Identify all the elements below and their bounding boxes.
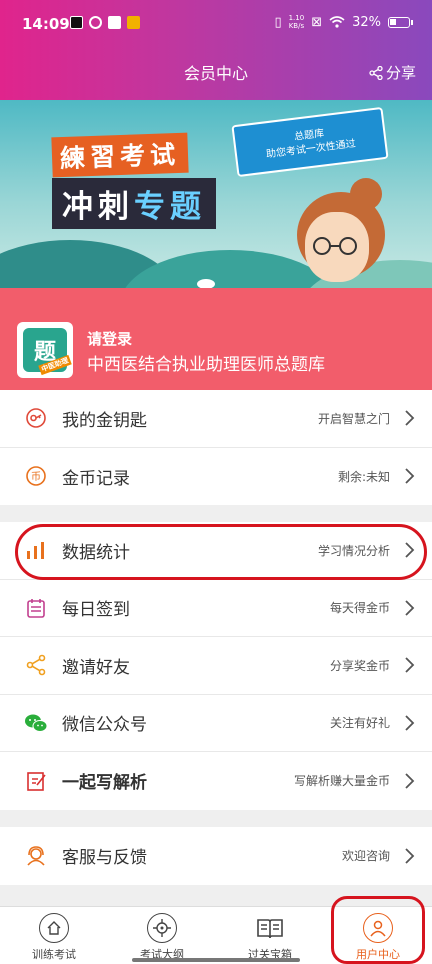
status-right: ▯ 1.10 KB/s ⊠ 32%: [274, 14, 413, 30]
menu-hint: 写解析赚大量金币: [293, 774, 390, 789]
book-icon: [255, 913, 285, 943]
vibrate-icon: ▯: [274, 14, 282, 30]
wechat-icon: [24, 711, 48, 735]
key-icon: [24, 406, 48, 430]
chevron-right-icon: [405, 410, 415, 426]
app-icon: [89, 16, 102, 29]
wifi-icon: [329, 16, 345, 28]
square-icon: [108, 16, 121, 29]
menu-item-golden-key[interactable]: 我的金钥匙 开启智慧之门: [0, 390, 432, 448]
bubble-icon: [197, 279, 215, 288]
tab-treasure-box[interactable]: 过关宝箱: [216, 907, 324, 964]
net-speed: 1.10 KB/s: [288, 14, 305, 30]
share-nodes-icon: [24, 653, 48, 677]
promo-banner[interactable]: 練習考试 冲刺专题 总题库 助您考试一次性通过: [0, 100, 432, 288]
menu-label: 金币记录: [62, 468, 130, 489]
menu-hint: 关注有好礼: [329, 716, 390, 731]
menu-hint: 分享奖金币: [329, 658, 390, 673]
menu-label: 邀请好友: [62, 657, 130, 678]
tab-label: 训练考试: [32, 948, 76, 961]
calendar-icon: [24, 596, 48, 620]
menu-label: 每日签到: [62, 600, 130, 621]
banner-cloud: 总题库 助您考试一次性通过: [231, 106, 389, 178]
svg-text:币: 币: [31, 471, 41, 483]
menu-group-account: 我的金钥匙 开启智慧之门 币 金币记录 剩余:未知: [0, 390, 432, 505]
menu-item-wechat-account[interactable]: 微信公众号 关注有好礼: [0, 695, 432, 752]
chevron-right-icon: [405, 600, 415, 616]
menu-item-coin-record[interactable]: 币 金币记录 剩余:未知: [0, 448, 432, 506]
chevron-right-icon: [405, 715, 415, 731]
menu-hint: 剩余:未知: [337, 469, 390, 484]
home-indicator[interactable]: [132, 958, 300, 962]
status-time: 14:09: [22, 15, 70, 33]
menu-hint: 每天得金币: [329, 601, 390, 616]
menu-item-customer-service[interactable]: 客服与反馈 欢迎咨询: [0, 827, 432, 885]
support-icon: [24, 844, 48, 868]
menu-hint: 开启智慧之门: [317, 411, 390, 426]
highlight-user-center: [331, 896, 425, 964]
header-bar: 14:09 ▯ 1.10 KB/s ⊠ 32% 会员中心 分享: [0, 0, 432, 100]
chevron-right-icon: [405, 773, 415, 789]
weibo-icon: [127, 16, 140, 29]
menu-group-support: 客服与反馈 欢迎咨询: [0, 827, 432, 885]
banner-line1: 練習考试: [51, 132, 189, 178]
coin-icon: 币: [24, 464, 48, 488]
menu-label: 微信公众号: [62, 715, 147, 736]
chevron-right-icon: [405, 468, 415, 484]
share-button[interactable]: 分享: [369, 62, 416, 83]
status-bar: 14:09 ▯ 1.10 KB/s ⊠ 32%: [0, 0, 432, 52]
menu-label: 我的金钥匙: [62, 410, 147, 431]
highlight-data-stats: [15, 524, 427, 580]
share-label: 分享: [385, 64, 416, 82]
menu-hint: 欢迎咨询: [341, 849, 390, 864]
page-title: 会员中心: [183, 64, 248, 83]
question-bank-name: 中西医结合执业助理医师总题库: [87, 355, 325, 375]
login-prompt[interactable]: 请登录: [87, 328, 132, 349]
menu-label: 一起写解析: [62, 773, 147, 794]
battery-icon: [388, 16, 413, 28]
home-icon: [39, 913, 69, 943]
tab-training-exam[interactable]: 训练考试: [0, 907, 108, 964]
app-logo: 题中医助理: [23, 328, 72, 376]
glasses-icon: [313, 237, 357, 255]
target-icon: [147, 913, 177, 943]
menu-item-invite-friends[interactable]: 邀请好友 分享奖金币: [0, 637, 432, 695]
tab-exam-outline[interactable]: 考试大纲: [108, 907, 216, 964]
menu-item-write-analysis[interactable]: 一起写解析 写解析赚大量金币: [0, 752, 432, 810]
profile-card[interactable]: 题中医助理 请登录 中西医结合执业助理医师总题库: [0, 288, 432, 390]
edit-icon: [24, 769, 48, 793]
menu-item-daily-checkin[interactable]: 每日签到 每天得金币: [0, 580, 432, 637]
battery-percent: 32%: [352, 14, 381, 30]
avatar[interactable]: 题中医助理: [17, 322, 73, 378]
menu-label: 客服与反馈: [62, 848, 147, 869]
chevron-right-icon: [405, 657, 415, 673]
share-icon: [369, 65, 383, 80]
girl-bun: [350, 178, 382, 210]
sim-icon: ⊠: [311, 14, 323, 30]
banner-line2: 冲刺专题: [52, 178, 216, 229]
tiktok-icon: [70, 16, 83, 29]
notification-icons: [70, 16, 140, 29]
chevron-right-icon: [405, 848, 415, 864]
